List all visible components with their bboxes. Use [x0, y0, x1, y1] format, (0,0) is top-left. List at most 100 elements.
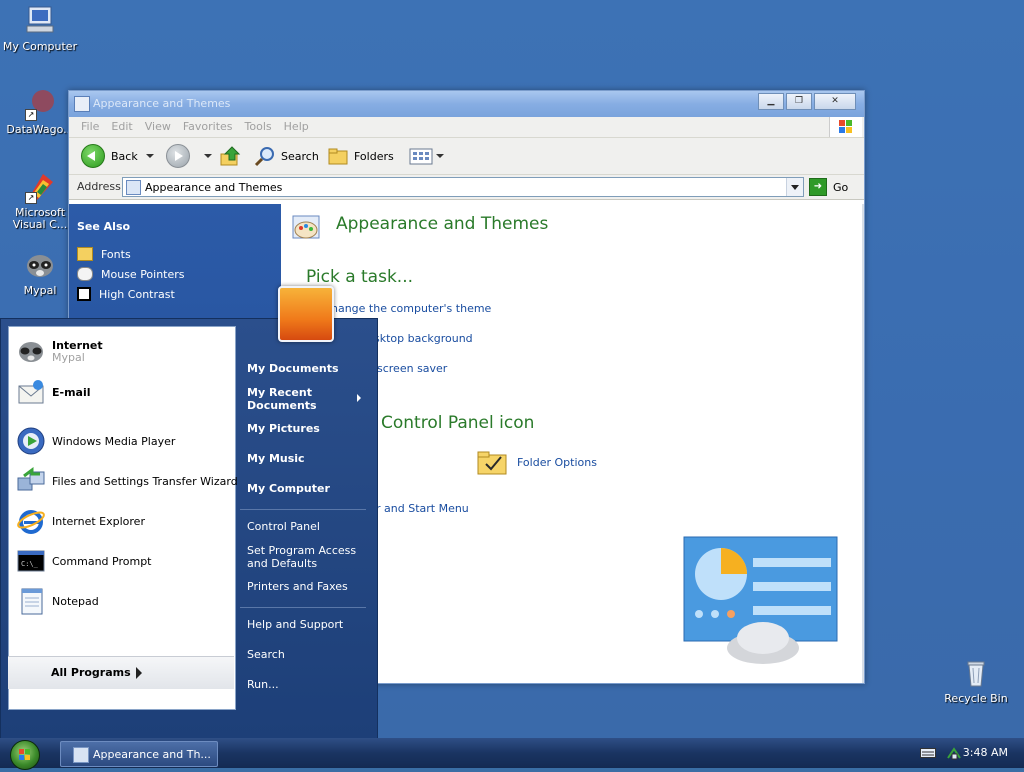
mouse-icon	[77, 267, 93, 281]
task-link-theme[interactable]: hange the computer's theme	[331, 302, 491, 315]
all-programs-button[interactable]: All Programs	[8, 656, 234, 689]
title-bar[interactable]: Appearance and Themes ▁ ❐ ✕	[69, 91, 864, 117]
start-item-internet[interactable]: Internet Mypal	[16, 336, 103, 366]
close-button[interactable]: ✕	[814, 93, 856, 110]
go-arrow-icon: ➜	[809, 178, 827, 196]
minimize-icon: ▁	[767, 96, 775, 106]
command-prompt-icon: C:\_	[17, 550, 45, 572]
folders-button[interactable]: Folders	[327, 144, 394, 168]
recycle-bin-icon	[959, 656, 993, 690]
pick-task-heading: Pick a task...	[306, 267, 414, 287]
chevron-right-icon	[357, 394, 361, 402]
start-right-help-support[interactable]: Help and Support	[247, 618, 343, 631]
clock[interactable]: 3:48 AM	[963, 746, 1008, 759]
back-arrow-icon	[81, 144, 105, 168]
fonts-folder-icon	[77, 247, 93, 261]
network-icon[interactable]	[946, 745, 962, 761]
address-dropdown-button[interactable]	[786, 178, 803, 196]
shortcut-arrow-icon: ↗	[25, 192, 37, 204]
start-item-command-prompt[interactable]: C:\_ Command Prompt	[16, 546, 152, 576]
task-link-screen-saver[interactable]: screen saver	[377, 362, 447, 375]
restore-icon: ❐	[794, 96, 804, 106]
menu-tools[interactable]: Tools	[239, 117, 278, 137]
start-item-windows-media-player[interactable]: Windows Media Player	[16, 426, 175, 456]
back-button[interactable]: Back	[81, 144, 154, 168]
datawago-icon: ↗	[23, 87, 57, 121]
taskbar-button-label: Appearance and Th...	[93, 748, 211, 761]
start-right-program-access[interactable]: Set Program Access	[247, 544, 356, 557]
windows-logo-icon	[19, 749, 30, 760]
menu-edit[interactable]: Edit	[105, 117, 138, 137]
see-also-high-contrast[interactable]: High Contrast	[77, 287, 175, 301]
address-bar: Address Appearance and Themes ➜ Go	[69, 175, 864, 200]
see-also-mouse-pointers[interactable]: Mouse Pointers	[77, 267, 185, 281]
start-right-my-recent-line2[interactable]: Documents	[247, 399, 317, 412]
windows-flag-icon	[829, 117, 862, 137]
desktop-icon-label: Microsoft Visual C...	[12, 206, 68, 231]
start-right-my-computer[interactable]: My Computer	[247, 482, 330, 495]
start-right-my-recent[interactable]: My Recent	[247, 386, 312, 399]
forward-arrow-icon	[166, 144, 190, 168]
maximize-button[interactable]: ❐	[786, 93, 812, 110]
start-item-label: Notepad	[52, 594, 99, 608]
appearance-icon	[74, 96, 90, 112]
start-item-notepad[interactable]: Notepad	[16, 586, 99, 616]
high-contrast-icon	[77, 287, 91, 301]
views-button[interactable]	[409, 144, 444, 168]
chevron-down-icon[interactable]	[436, 154, 444, 158]
taskbar-button-appearance[interactable]: Appearance and Th...	[60, 741, 218, 767]
go-label: Go	[833, 180, 849, 194]
start-item-files-settings-transfer[interactable]: Files and Settings Transfer Wizard	[16, 466, 238, 496]
start-menu: Internet Mypal E-mail Windows Media Playe…	[0, 286, 378, 740]
start-right-my-music[interactable]: My Music	[247, 452, 305, 465]
start-item-internet-explorer[interactable]: Internet Explorer	[16, 506, 145, 536]
taskbar-start-menu-link[interactable]: r and Start Menu	[376, 502, 469, 515]
computer-icon	[23, 4, 57, 38]
go-button[interactable]: ➜ Go	[809, 178, 848, 196]
menu-help[interactable]: Help	[278, 117, 315, 137]
appearance-palette-icon	[292, 215, 320, 239]
see-also-fonts[interactable]: Fonts	[77, 247, 131, 261]
desktop-icon-label: DataWago...	[6, 123, 74, 136]
minimize-button[interactable]: ▁	[758, 93, 784, 110]
start-right-program-access-line2[interactable]: and Defaults	[247, 557, 317, 570]
taskbar: Appearance and Th... 3:48 AM	[0, 738, 1024, 770]
start-right-my-documents[interactable]: My Documents	[247, 362, 339, 375]
all-programs-label: All Programs	[51, 666, 131, 679]
start-right-my-pictures[interactable]: My Pictures	[247, 422, 320, 435]
address-input[interactable]: Appearance and Themes	[122, 177, 804, 197]
scrollbar[interactable]	[862, 204, 864, 683]
views-icon	[409, 148, 433, 165]
forward-button[interactable]	[166, 144, 212, 168]
start-right-printers-faxes[interactable]: Printers and Faxes	[247, 580, 348, 593]
desktop-icon-recycle-bin[interactable]: Recycle Bin	[936, 656, 1016, 705]
media-player-icon	[17, 427, 45, 455]
toolbar: Back Search Folders	[69, 138, 864, 175]
search-icon	[254, 147, 274, 167]
see-also-item-label: Mouse Pointers	[101, 267, 185, 281]
folders-label: Folders	[354, 149, 394, 163]
start-menu-divider	[240, 509, 366, 510]
menu-view[interactable]: View	[139, 117, 177, 137]
folder-options-link[interactable]: Folder Options	[517, 456, 597, 469]
start-right-search[interactable]: Search	[247, 648, 285, 661]
up-folder-button[interactable]	[219, 144, 241, 168]
start-item-email[interactable]: E-mail	[16, 377, 91, 407]
start-button[interactable]	[10, 740, 40, 770]
desktop-icon-my-computer[interactable]: My Computer	[0, 4, 80, 53]
search-button[interactable]: Search	[253, 144, 319, 168]
menu-file[interactable]: File	[75, 117, 105, 137]
raccoon-icon	[19, 342, 43, 362]
menu-bar: File Edit View Favorites Tools Help	[69, 117, 864, 138]
chevron-down-icon[interactable]	[145, 154, 154, 158]
chevron-right-icon	[136, 667, 142, 679]
start-right-control-panel[interactable]: Control Panel	[247, 520, 320, 533]
user-picture[interactable]	[278, 286, 334, 342]
menu-favorites[interactable]: Favorites	[177, 117, 239, 137]
chevron-down-icon[interactable]	[204, 154, 212, 158]
notepad-icon	[21, 588, 43, 615]
up-folder-icon	[220, 146, 241, 166]
back-label: Back	[111, 149, 138, 163]
keyboard-icon[interactable]	[920, 747, 936, 759]
start-right-run[interactable]: Run...	[247, 678, 279, 691]
